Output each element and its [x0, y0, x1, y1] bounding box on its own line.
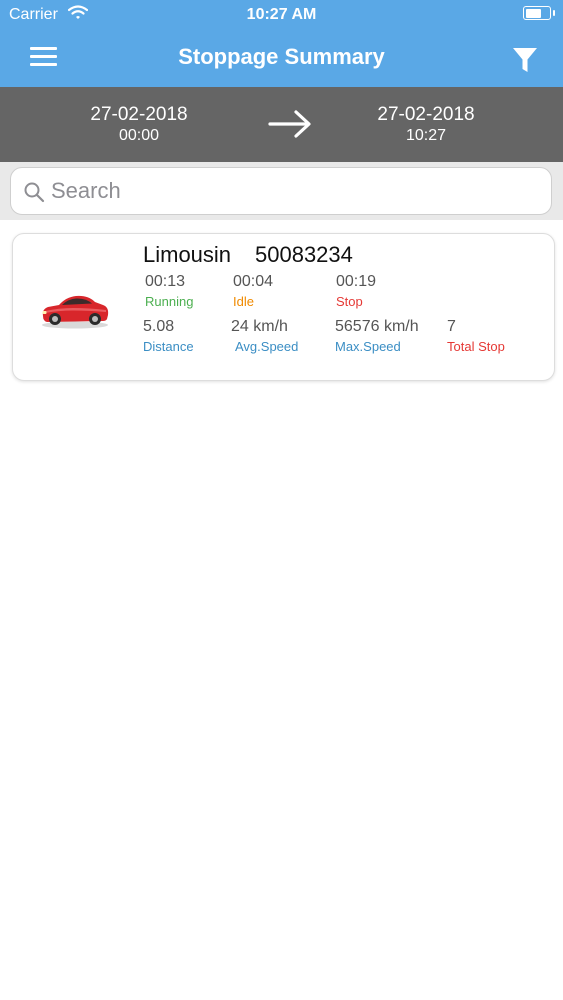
avg-speed-value: 24 km/h [231, 318, 288, 335]
max-speed-label: Max.Speed [335, 339, 401, 354]
stop-time: 00:19 [336, 273, 377, 290]
status-bar: Carrier 10:27 AM [0, 0, 563, 30]
vehicle-summary-card[interactable]: Limousin 50083234 00:13 Running 00:04 Id… [12, 233, 555, 381]
from-time: 00:00 [118, 127, 160, 144]
battery-icon [523, 6, 555, 20]
running-time: 00:13 [145, 273, 186, 290]
search-bar-container [0, 162, 563, 220]
page-title: Stoppage Summary [178, 44, 385, 69]
to-time: 10:27 [405, 127, 447, 144]
arrow-right-icon [268, 110, 311, 138]
idle-time: 00:04 [233, 273, 274, 290]
to-datetime[interactable]: 27-02-2018 10:27 [346, 104, 506, 145]
running-label: Running [145, 294, 194, 309]
idle-label: Idle [233, 294, 254, 309]
stop-label: Stop [336, 294, 363, 309]
distance-label: Distance [143, 339, 194, 354]
vehicle-name: Limousin [143, 242, 232, 267]
avg-speed-label: Avg.Speed [235, 339, 299, 354]
to-date: 27-02-2018 [377, 104, 475, 125]
idle-stat: 00:04 Idle [233, 273, 273, 309]
running-stat: 00:13 Running [145, 273, 193, 309]
filter-funnel-icon[interactable] [511, 46, 539, 74]
distance-value: 5.08 [143, 318, 175, 335]
search-bar[interactable] [10, 167, 552, 215]
search-input[interactable] [51, 176, 531, 206]
total-stop-stat: 7 Total Stop [447, 318, 505, 354]
red-car-icon [42, 295, 109, 329]
max-speed-stat: 56576 km/h Max.Speed [335, 318, 419, 354]
status-time: 10:27 AM [246, 6, 317, 23]
app-header: Carrier 10:27 AM Stoppage Summary [0, 0, 563, 87]
distance-stat: 5.08 Distance [143, 318, 194, 354]
from-date: 27-02-2018 [90, 104, 188, 125]
stop-stat: 00:19 Stop [336, 273, 376, 309]
max-speed-value: 56576 km/h [335, 318, 419, 335]
avg-speed-stat: 24 km/h Avg.Speed [231, 318, 298, 354]
total-stop-value: 7 [447, 318, 456, 335]
date-range-bar[interactable]: 27-02-2018 00:00 27-02-2018 10:27 [0, 87, 563, 162]
from-datetime[interactable]: 27-02-2018 00:00 [59, 104, 219, 145]
search-icon [24, 182, 45, 203]
total-stop-label: Total Stop [447, 339, 505, 354]
vehicle-number: 50083234 [255, 242, 353, 267]
